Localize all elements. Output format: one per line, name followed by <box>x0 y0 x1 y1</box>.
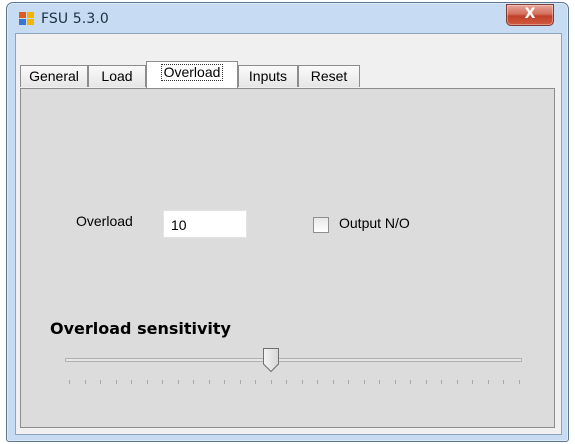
window-title: FSU 5.3.0 <box>41 11 109 27</box>
close-button[interactable]: X <box>506 4 554 26</box>
slider-tick <box>100 380 102 384</box>
slider-tick <box>410 380 412 384</box>
slider-tick <box>146 380 148 384</box>
slider-tick <box>131 380 133 384</box>
slider-tick <box>332 380 334 384</box>
tab-general[interactable]: General <box>20 65 88 87</box>
slider-tick <box>379 380 381 384</box>
tab-load[interactable]: Load <box>88 65 146 87</box>
tab-inputs[interactable]: Inputs <box>238 65 298 87</box>
sensitivity-slider-thumb[interactable] <box>262 347 280 373</box>
app-icon <box>19 12 35 26</box>
slider-tick <box>317 380 319 384</box>
slider-tick <box>69 380 70 384</box>
slider-tick <box>425 380 427 384</box>
overload-label: Overload <box>76 213 133 229</box>
tab-overload-label: Overload <box>160 64 224 81</box>
title-bar[interactable]: FSU 5.3.0 X <box>7 3 568 33</box>
tab-reset[interactable]: Reset <box>298 65 360 87</box>
slider-tick <box>255 380 257 384</box>
slider-tick <box>84 380 86 384</box>
slider-tick <box>363 380 365 384</box>
output-no-label[interactable]: Output N/O <box>339 215 410 231</box>
slider-tick <box>286 380 288 384</box>
slider-tick <box>239 380 241 384</box>
app-window: FSU 5.3.0 X General Load Overload Inputs… <box>6 2 569 442</box>
slider-tick <box>177 380 179 384</box>
slider-ticks <box>69 380 520 386</box>
slider-tick <box>487 380 489 384</box>
sensitivity-title: Overload sensitivity <box>50 319 231 338</box>
slider-tick <box>503 380 505 384</box>
slider-tick <box>270 380 272 384</box>
overload-panel: Overload 10 Output N/O Overload sensitiv… <box>20 88 555 428</box>
slider-tick <box>441 380 443 384</box>
slider-tick <box>472 380 474 384</box>
slider-tick <box>224 380 226 384</box>
tab-overload[interactable]: Overload <box>146 61 238 88</box>
tab-strip: General Load Overload Inputs Reset <box>20 59 556 88</box>
slider-tick <box>519 380 520 384</box>
slider-tick <box>162 380 164 384</box>
slider-tick <box>348 380 350 384</box>
client-area: General Load Overload Inputs Reset Overl… <box>15 33 562 435</box>
slider-tick <box>115 380 117 384</box>
slider-tick <box>394 380 396 384</box>
slider-tick <box>193 380 195 384</box>
slider-tick <box>301 380 303 384</box>
slider-tick <box>208 380 210 384</box>
sensitivity-slider-track[interactable] <box>65 358 522 362</box>
overload-input[interactable]: 10 <box>163 210 247 238</box>
slider-tick <box>456 380 458 384</box>
output-no-checkbox[interactable] <box>313 217 329 233</box>
